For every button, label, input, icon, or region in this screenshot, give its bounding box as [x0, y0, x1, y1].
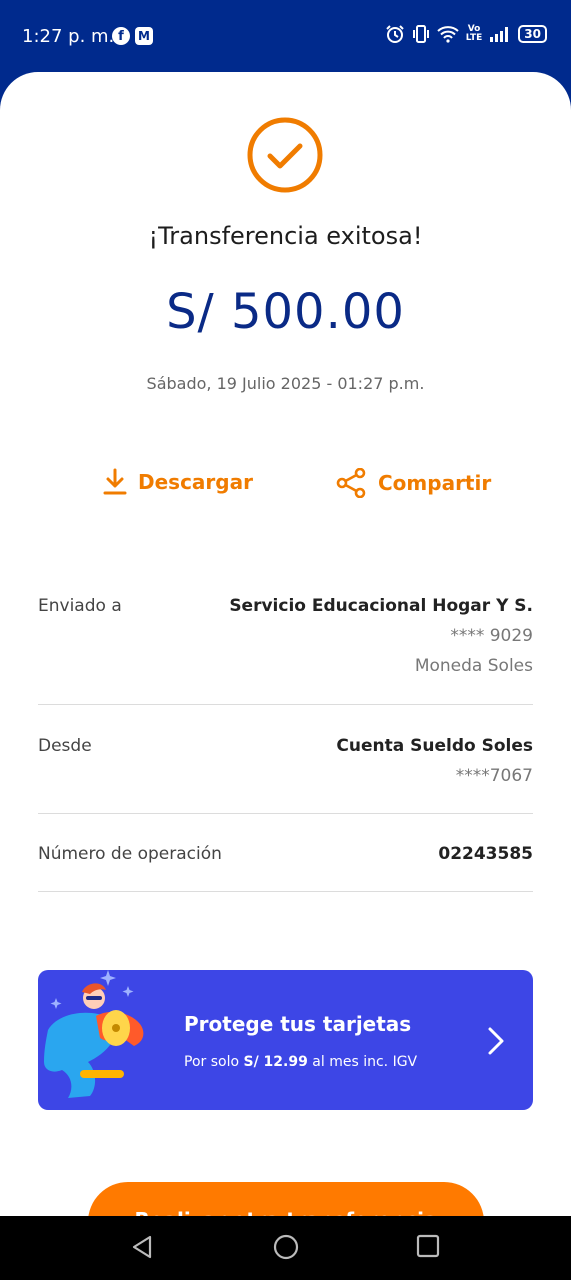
promo-sub-suffix: al mes inc. IGV [307, 1054, 418, 1070]
alarm-icon [385, 24, 405, 44]
promo-banner[interactable]: Protege tus tarjetas Por solo S/ 12.99 a… [38, 970, 533, 1110]
recipient-currency: Moneda Soles [414, 656, 533, 676]
status-bar: 1:27 p. m. f M Vo LTE 30 [0, 0, 571, 72]
transfer-datetime: Sábado, 19 Julio 2025 - 01:27 p.m. [146, 374, 425, 393]
check-circle-icon [247, 117, 323, 193]
facebook-icon: f [112, 27, 130, 45]
new-transfer-label: Realizar otra transferencia [135, 1208, 438, 1216]
system-status-icons: Vo LTE 30 [385, 24, 547, 44]
download-button[interactable]: Descargar [102, 468, 253, 496]
promo-title: Protege tus tarjetas [184, 1012, 412, 1036]
battery-icon: 30 [518, 25, 547, 43]
system-nav-bar [0, 1216, 571, 1280]
promo-price: S/ 12.99 [243, 1054, 308, 1070]
chevron-right-icon [488, 1027, 504, 1055]
divider [38, 813, 533, 814]
sent-to-label: Enviado a [38, 596, 122, 616]
recipient-name: Servicio Educacional Hogar Y S. [229, 596, 533, 616]
operation-number: 02243585 [438, 844, 533, 864]
superhero-illustration [44, 970, 144, 1098]
new-transfer-button[interactable]: Realizar otra transferencia [88, 1182, 484, 1216]
recipient-account: **** 9029 [450, 626, 533, 646]
transfer-amount: S/ 500.00 [166, 284, 405, 340]
promo-subtitle: Por solo S/ 12.99 al mes inc. IGV [184, 1054, 417, 1070]
recents-icon[interactable] [416, 1234, 440, 1258]
source-account-name: Cuenta Sueldo Soles [336, 736, 533, 756]
promo-sub-prefix: Por solo [184, 1054, 244, 1070]
from-label: Desde [38, 736, 92, 756]
back-icon[interactable] [130, 1234, 154, 1260]
share-button[interactable]: Compartir [336, 468, 491, 498]
wifi-icon [437, 25, 459, 43]
signal-icon [489, 26, 511, 42]
home-icon[interactable] [273, 1234, 299, 1260]
divider [38, 891, 533, 892]
notification-icons: f M [112, 27, 153, 45]
mail-icon: M [135, 27, 153, 45]
status-time: 1:27 p. m. [22, 26, 115, 47]
share-icon [336, 468, 366, 498]
divider [38, 704, 533, 705]
download-label: Descargar [138, 470, 253, 494]
operation-label: Número de operación [38, 844, 222, 864]
source-account-number: ****7067 [455, 766, 533, 786]
receipt-card: ¡Transferencia exitosa! S/ 500.00 Sábado… [0, 72, 571, 1216]
volte-icon: Vo LTE [465, 24, 483, 43]
page-title: ¡Transferencia exitosa! [148, 222, 423, 250]
vibrate-icon [412, 24, 430, 44]
share-label: Compartir [378, 471, 492, 495]
download-icon [103, 468, 127, 495]
